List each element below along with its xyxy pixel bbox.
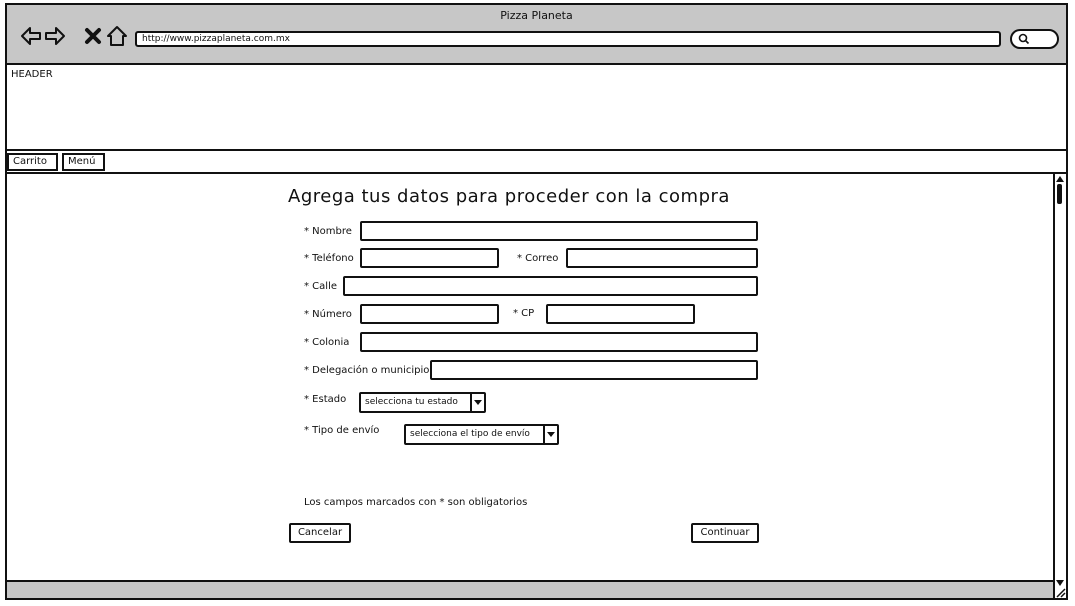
delegacion-input[interactable] xyxy=(430,360,758,380)
forward-arrow-icon[interactable] xyxy=(44,25,66,47)
scroll-down-icon[interactable] xyxy=(1056,580,1064,586)
label-estado: * Estado xyxy=(304,394,347,405)
window-title: Pizza Planeta xyxy=(500,9,573,22)
back-arrow-icon[interactable] xyxy=(20,25,42,47)
nav-tabs: Carrito Menú xyxy=(7,151,1066,174)
label-cp: * CP xyxy=(513,308,535,319)
browser-titlebar: Pizza Planeta http://www.pizzaplaneta.co… xyxy=(7,5,1066,65)
home-icon[interactable] xyxy=(106,25,128,47)
label-tipo-envio: * Tipo de envío xyxy=(304,425,380,436)
calle-input[interactable] xyxy=(343,276,758,296)
label-colonia: * Colonia xyxy=(304,337,350,348)
url-bar[interactable]: http://www.pizzaplaneta.com.mx xyxy=(135,31,1001,47)
main-content: Agrega tus datos para proceder con la co… xyxy=(7,174,1066,598)
label-nombre: * Nombre xyxy=(304,226,352,237)
colonia-input[interactable] xyxy=(360,332,758,352)
telefono-input[interactable] xyxy=(360,248,499,268)
tab-carrito[interactable]: Carrito xyxy=(7,153,58,171)
page-header: HEADER xyxy=(7,63,1066,151)
status-bar xyxy=(7,580,1053,598)
nombre-input[interactable] xyxy=(360,221,758,241)
scroll-up-icon[interactable] xyxy=(1056,176,1064,182)
estado-select[interactable]: selecciona tu estado xyxy=(359,392,486,413)
label-correo: * Correo xyxy=(517,253,559,264)
label-calle: * Calle xyxy=(304,281,337,292)
resize-grip-icon[interactable] xyxy=(1056,588,1066,598)
tipo-envio-select-value: selecciona el tipo de envío xyxy=(410,429,530,439)
browser-window: Pizza Planeta http://www.pizzaplaneta.co… xyxy=(5,3,1068,600)
search-button[interactable] xyxy=(1010,29,1059,49)
numero-input[interactable] xyxy=(360,304,499,324)
cancel-button[interactable]: Cancelar xyxy=(289,523,351,543)
label-telefono: * Teléfono xyxy=(304,253,354,264)
tab-menu[interactable]: Menú xyxy=(62,153,105,171)
form-title: Agrega tus datos para proceder con la co… xyxy=(288,186,730,207)
tipo-envio-select[interactable]: selecciona el tipo de envío xyxy=(404,424,559,445)
chevron-down-icon xyxy=(543,426,557,443)
header-label: HEADER xyxy=(11,69,53,80)
close-x-icon[interactable] xyxy=(82,25,104,47)
label-delegacion: * Delegación o municipio xyxy=(304,365,430,376)
vertical-scrollbar[interactable] xyxy=(1053,174,1065,598)
continue-button[interactable]: Continuar xyxy=(691,523,759,543)
chevron-down-icon xyxy=(470,394,484,411)
correo-input[interactable] xyxy=(566,248,758,268)
scroll-thumb[interactable] xyxy=(1057,184,1062,204)
search-icon xyxy=(1018,33,1030,45)
cp-input[interactable] xyxy=(546,304,695,324)
label-numero: * Número xyxy=(304,309,352,320)
required-fields-note: Los campos marcados con * son obligatori… xyxy=(304,497,528,508)
estado-select-value: selecciona tu estado xyxy=(365,397,458,407)
